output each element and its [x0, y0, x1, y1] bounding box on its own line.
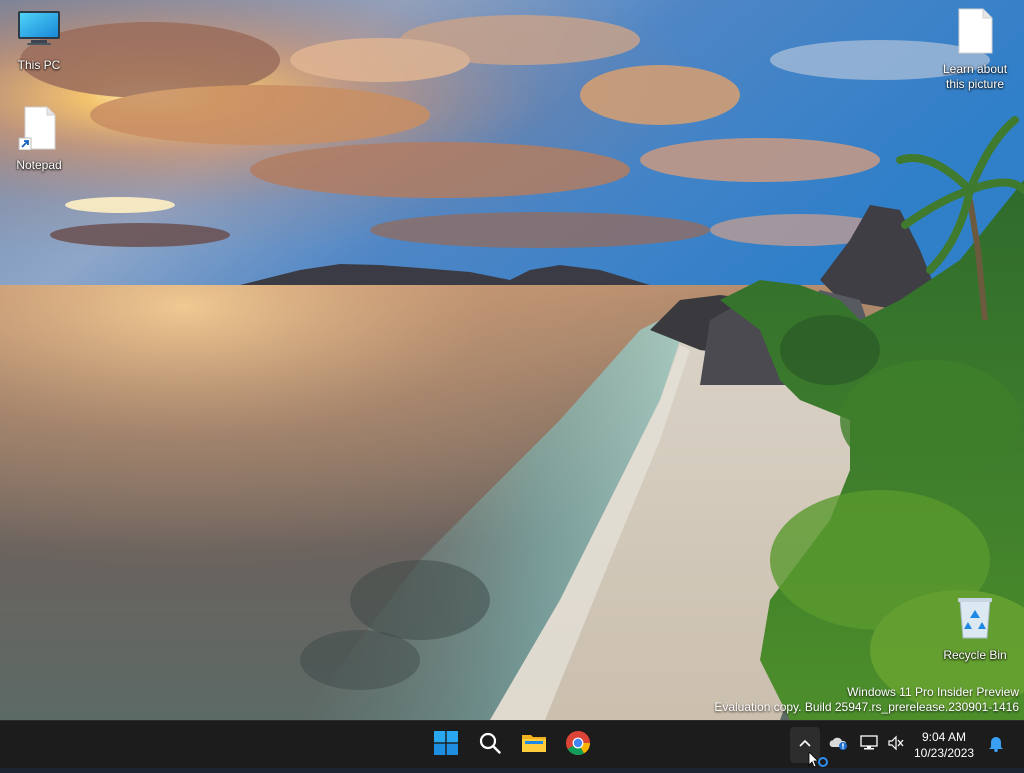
folder-icon	[521, 731, 547, 760]
network-icon	[860, 734, 878, 756]
document-icon	[936, 8, 1014, 59]
notepad-shortcut-icon	[0, 106, 78, 155]
desktop-icon-label: Learn about this picture	[942, 62, 1008, 91]
desktop-icon-label: Notepad	[16, 158, 62, 172]
onedrive-button[interactable]	[826, 727, 850, 763]
chrome-button[interactable]	[558, 725, 598, 765]
desktop-icon-notepad[interactable]: Notepad	[0, 106, 78, 173]
file-explorer-button[interactable]	[514, 725, 554, 765]
search-button[interactable]	[470, 725, 510, 765]
volume-button[interactable]	[884, 727, 908, 763]
clock-time: 9:04 AM	[921, 730, 967, 744]
desktop-wallpaper	[0, 0, 1024, 720]
notification-bell-icon	[988, 734, 1004, 757]
desktop-icon-label: This PC	[17, 58, 61, 72]
windows-build-watermark: Windows 11 Pro Insider Preview Evaluatio…	[714, 685, 1019, 715]
windows-start-icon	[434, 730, 458, 760]
desktop-icon-label: Recycle Bin	[943, 648, 1007, 662]
network-button[interactable]	[856, 727, 882, 763]
mouse-cursor-busy-icon	[808, 751, 828, 773]
watermark-edition: Windows 11 Pro Insider Preview	[847, 685, 1019, 699]
monitor-icon	[0, 8, 78, 55]
notifications-button[interactable]	[984, 727, 1008, 763]
taskbar: 9:04 AM 10/23/2023	[0, 720, 1024, 768]
recycle-bin-icon	[936, 596, 1014, 645]
speaker-muted-icon	[887, 735, 905, 756]
clock-date: 10/23/2023	[914, 746, 975, 760]
chrome-icon	[565, 730, 591, 761]
desktop-icon-recycle-bin[interactable]: Recycle Bin	[936, 596, 1014, 663]
onedrive-icon	[828, 735, 848, 756]
start-button[interactable]	[426, 725, 466, 765]
desktop-icon-this-pc[interactable]: This PC	[0, 8, 78, 73]
clock[interactable]: 9:04 AM 10/23/2023	[914, 729, 974, 761]
watermark-build: Evaluation copy. Build 25947.rs_prerelea…	[714, 700, 1019, 714]
desktop-icon-learn-about-picture[interactable]: Learn about this picture	[936, 8, 1014, 92]
search-icon	[478, 731, 502, 760]
